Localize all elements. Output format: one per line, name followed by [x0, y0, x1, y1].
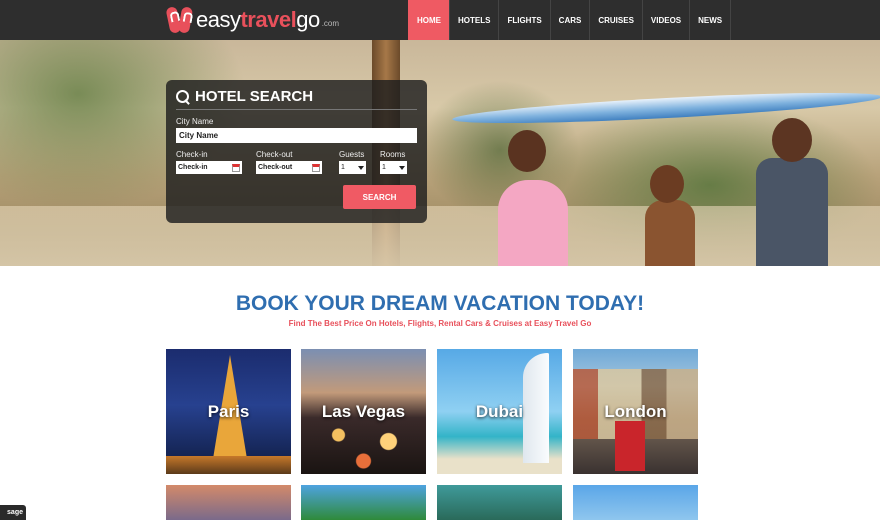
checkout-input[interactable]: Check-out: [256, 161, 322, 174]
checkout-field: Check-out Check-out: [256, 150, 322, 174]
chevron-down-icon: [399, 165, 405, 170]
rooms-select[interactable]: 1: [380, 161, 407, 174]
destination-tile-las-vegas[interactable]: Las Vegas: [301, 349, 426, 474]
destination-tile-dubai[interactable]: Dubai: [437, 349, 562, 474]
logo-text: easytravelgo: [196, 7, 320, 32]
nav-videos[interactable]: VIDEOS: [641, 0, 689, 40]
top-navbar: easytravelgo .com HOME HOTELS FLIGHTS CA…: [0, 0, 880, 40]
message-tab[interactable]: sage: [0, 505, 26, 520]
tile-ground: [166, 456, 291, 474]
calendar-icon[interactable]: [312, 163, 320, 172]
checkin-field: Check-in Check-in: [176, 150, 242, 174]
child-head: [650, 165, 684, 203]
destination-tile-paris[interactable]: Paris: [166, 349, 291, 474]
nav-cars[interactable]: CARS: [549, 0, 590, 40]
page-subheadline: Find The Best Price On Hotels, Flights, …: [288, 319, 592, 328]
child-head: [508, 130, 546, 172]
destination-tile-london[interactable]: London: [573, 349, 698, 474]
chevron-down-icon: [358, 165, 364, 170]
destination-label: Dubai: [475, 401, 524, 421]
flip-flops-icon: [165, 2, 194, 38]
search-button[interactable]: SEARCH: [343, 185, 416, 209]
search-panel-title: HOTEL SEARCH: [176, 88, 417, 110]
rooms-value: 1: [382, 164, 386, 171]
checkout-value: Check-out: [258, 164, 293, 171]
nav-home[interactable]: HOME: [408, 0, 449, 40]
destination-tile[interactable]: [437, 485, 562, 520]
guests-select[interactable]: 1: [339, 161, 366, 174]
checkin-label: Check-in: [176, 150, 208, 159]
red-bus-image: [615, 421, 645, 471]
child-figure: [498, 180, 568, 266]
destination-label: Las Vegas: [321, 401, 406, 421]
destination-label: London: [604, 401, 667, 421]
burj-al-arab-image: [523, 353, 549, 463]
page-headline: BOOK YOUR DREAM VACATION TODAY!: [235, 292, 645, 315]
hero-banner: [0, 40, 880, 266]
checkin-value: Check-in: [178, 164, 208, 171]
nav-flights[interactable]: FLIGHTS: [498, 0, 549, 40]
search-title-text: HOTEL SEARCH: [195, 88, 314, 105]
child-figure: [645, 200, 695, 266]
guests-field: Guests 1: [339, 150, 366, 174]
main-nav: HOME HOTELS FLIGHTS CARS CRUISES VIDEOS …: [408, 0, 732, 40]
rooms-label: Rooms: [380, 150, 406, 159]
destination-tile[interactable]: [573, 485, 698, 520]
site-logo[interactable]: easytravelgo .com: [165, 2, 340, 38]
hotel-search-panel: HOTEL SEARCH City Name Check-in Check-in…: [166, 80, 427, 223]
destination-label: Paris: [207, 401, 250, 421]
city-name-label: City Name: [176, 117, 214, 126]
logo-suffix: .com: [321, 19, 340, 28]
search-icon: [176, 89, 190, 104]
guests-value: 1: [341, 164, 345, 171]
city-name-input[interactable]: [176, 128, 417, 143]
guests-label: Guests: [339, 150, 365, 159]
destination-tile[interactable]: [301, 485, 426, 520]
nav-hotels[interactable]: HOTELS: [449, 0, 498, 40]
checkout-label: Check-out: [256, 150, 293, 159]
child-figure: [756, 158, 828, 266]
nav-cruises[interactable]: CRUISES: [589, 0, 642, 40]
child-head: [772, 118, 812, 162]
calendar-icon[interactable]: [232, 163, 240, 172]
destination-tile[interactable]: [166, 485, 291, 520]
nav-news[interactable]: NEWS: [689, 0, 732, 40]
rooms-field: Rooms 1: [380, 150, 407, 174]
beach-sand: [0, 206, 880, 266]
checkin-input[interactable]: Check-in: [176, 161, 242, 174]
